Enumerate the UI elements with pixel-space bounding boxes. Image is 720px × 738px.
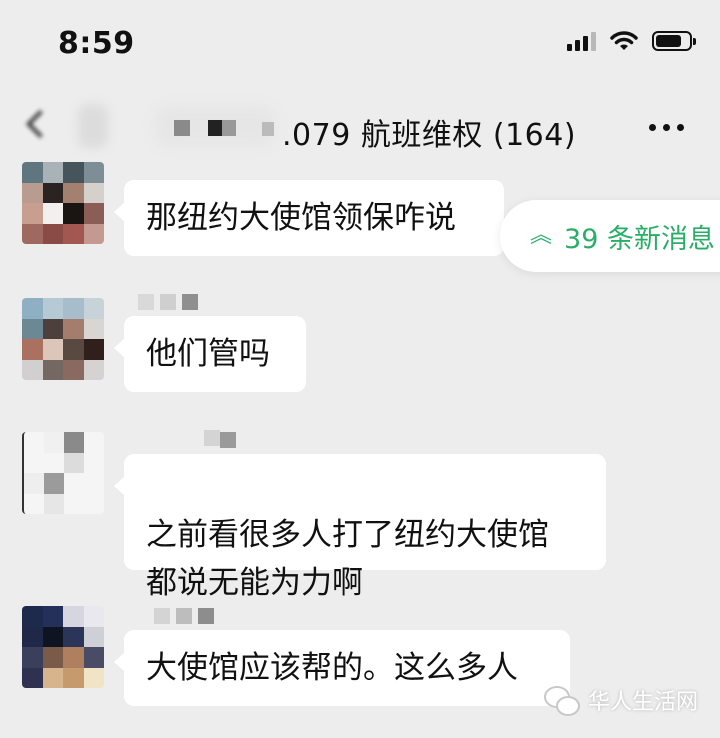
wifi-icon — [610, 31, 638, 50]
status-bar: 8:59 — [0, 0, 720, 92]
avatar[interactable] — [22, 162, 104, 244]
signal-icon — [567, 31, 596, 51]
back-icon[interactable] — [25, 109, 55, 139]
battery-icon — [652, 31, 696, 51]
blurred-area — [78, 104, 108, 148]
more-icon[interactable] — [649, 124, 684, 131]
pixelated-block — [222, 120, 236, 136]
message-bubble[interactable]: 大使馆应该帮的。这么多人 — [114, 630, 570, 706]
pixelated-block — [174, 120, 190, 136]
sender-nickname — [190, 420, 270, 448]
sender-nickname — [124, 290, 244, 316]
wechat-logo-icon — [543, 686, 580, 716]
message-text: 他们管吗 — [146, 336, 270, 372]
message-bubble[interactable]: 之前看很多人打了纽约大使馆 都说无能为力啊 — [114, 454, 606, 601]
message-text: 之前看很多人打了纽约大使馆 都说无能为力啊 — [146, 517, 549, 601]
message-bubble[interactable]: 那纽约大使馆领保咋说 — [114, 180, 504, 256]
watermark-text: 华人生活网 — [587, 690, 698, 715]
message-text: 大使馆应该帮的。这么多人 — [146, 650, 518, 686]
status-time: 8:59 — [58, 26, 135, 61]
avatar[interactable] — [22, 606, 104, 688]
pixelated-block — [208, 120, 222, 136]
new-messages-label: 39 条新消息 — [564, 223, 715, 255]
double-chevron-up-icon: ︽ — [530, 223, 553, 248]
pixelated-block — [262, 122, 274, 136]
status-icons — [567, 30, 696, 52]
avatar[interactable] — [22, 298, 104, 380]
avatar[interactable] — [22, 432, 104, 514]
message-bubble[interactable]: 他们管吗 — [114, 316, 306, 392]
chat-nav-bar: .079 航班维权 (164) — [0, 92, 720, 164]
sender-nickname — [124, 604, 234, 630]
chat-title: .079 航班维权 (164) — [282, 118, 577, 153]
watermark: 华人生活网 — [543, 684, 698, 716]
new-messages-button[interactable]: ︽ 39 条新消息 — [500, 200, 720, 272]
message-text: 那纽约大使馆领保咋说 — [146, 200, 456, 236]
